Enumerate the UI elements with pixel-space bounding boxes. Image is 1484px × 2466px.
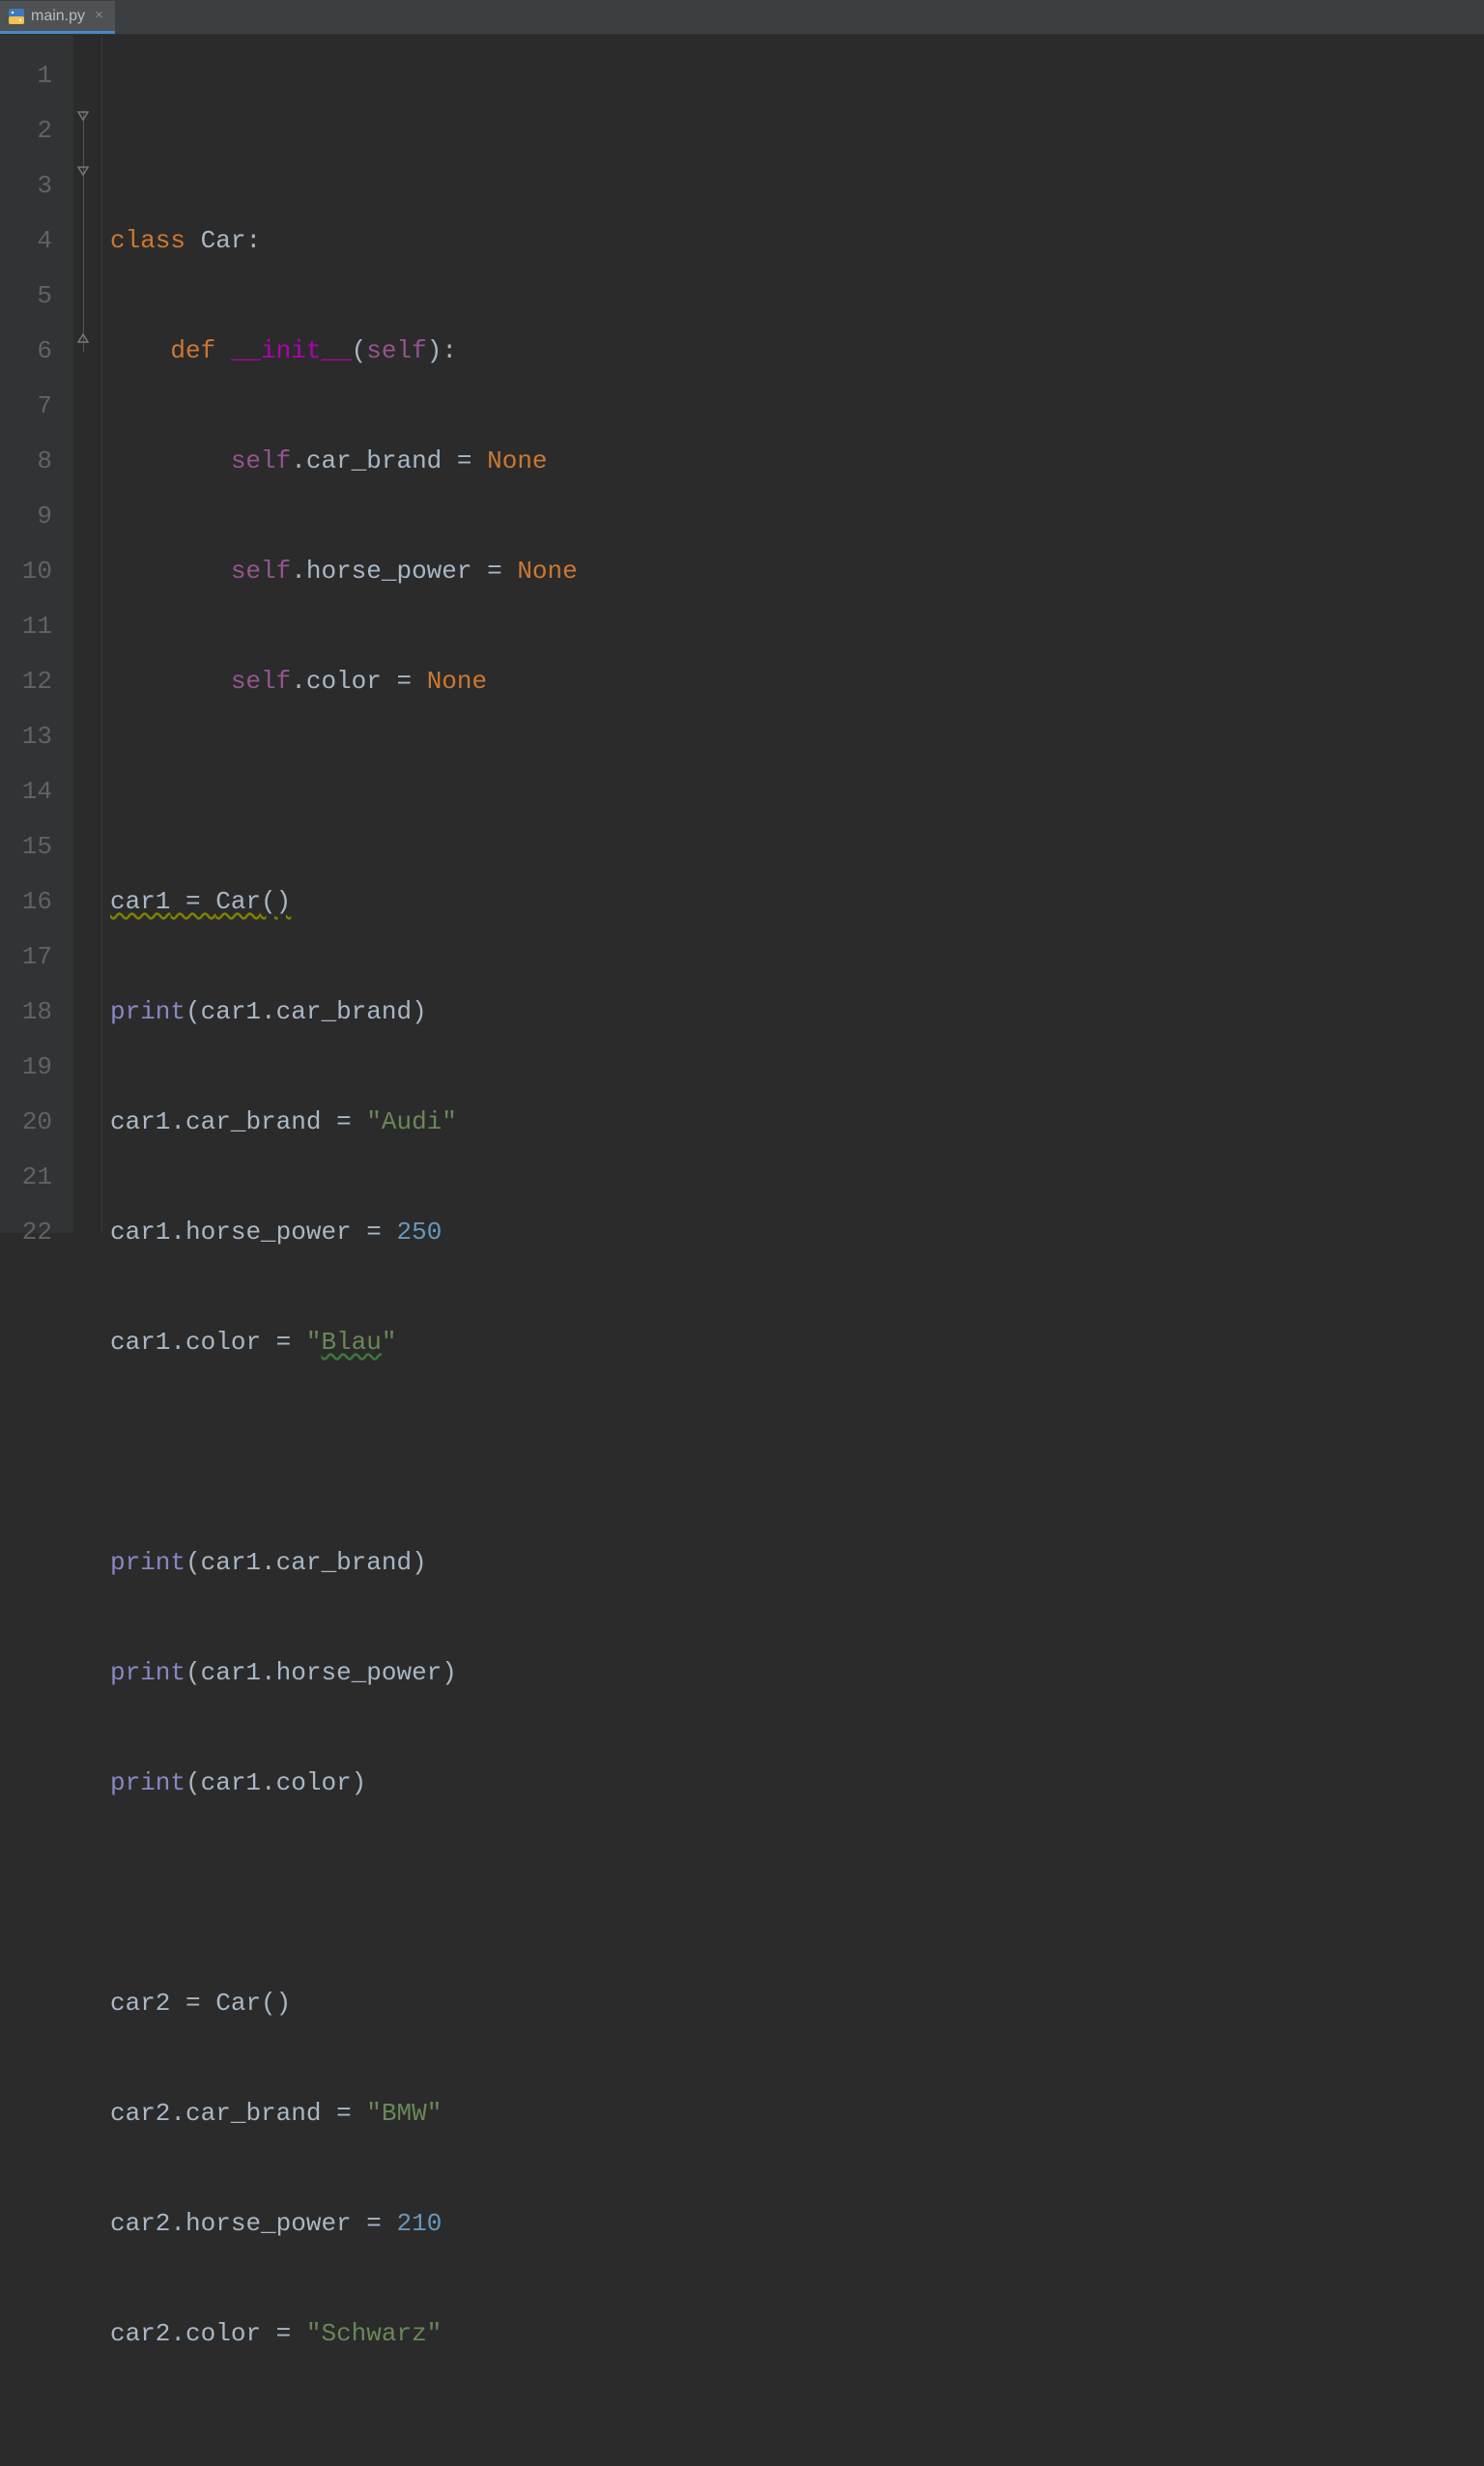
editor: 1 2 3 4 5 6 7 8 9 10 11 12 13 14 15 16 1…	[0, 35, 1484, 1233]
code-line[interactable]	[110, 103, 578, 158]
line-number: 5	[0, 269, 52, 324]
code-line[interactable]: print(car1.car_brand)	[110, 1535, 578, 1591]
code-line[interactable]: print(car1.color)	[110, 1756, 578, 1811]
line-number: 4	[0, 214, 52, 269]
code-line[interactable]: car2 = Car()	[110, 1976, 578, 2031]
fold-marker-icon[interactable]	[76, 165, 90, 179]
line-number: 11	[0, 599, 52, 654]
code-line[interactable]	[110, 2417, 578, 2466]
code-line[interactable]: car2.horse_power = 210	[110, 2196, 578, 2251]
line-number: 18	[0, 985, 52, 1040]
line-number: 21	[0, 1150, 52, 1205]
line-number: 3	[0, 158, 52, 214]
fold-gutter	[73, 35, 102, 1233]
python-file-icon	[8, 8, 25, 25]
line-number: 9	[0, 489, 52, 544]
tab-filename: main.py	[31, 8, 85, 25]
code-line[interactable]: car2.color = "Schwarz"	[110, 2307, 578, 2362]
line-number: 6	[0, 324, 52, 379]
fold-marker-icon[interactable]	[76, 110, 90, 124]
code-editor[interactable]: class Car: def __init__(self): self.car_…	[102, 35, 578, 1233]
code-line[interactable]: car1.car_brand = "Audi"	[110, 1095, 578, 1150]
code-line[interactable]: print(car1.car_brand)	[110, 985, 578, 1040]
line-number: 2	[0, 103, 52, 158]
code-line[interactable]: self.car_brand = None	[110, 434, 578, 489]
line-number: 12	[0, 654, 52, 709]
close-tab-icon[interactable]: ×	[95, 8, 103, 24]
line-number: 14	[0, 764, 52, 819]
code-line[interactable]: car2.car_brand = "BMW"	[110, 2086, 578, 2141]
line-number: 8	[0, 434, 52, 489]
line-number: 16	[0, 875, 52, 930]
line-number: 15	[0, 819, 52, 875]
code-line[interactable]: self.horse_power = None	[110, 544, 578, 599]
code-line[interactable]: def __init__(self):	[110, 324, 578, 379]
code-line[interactable]: self.color = None	[110, 654, 578, 709]
line-number: 10	[0, 544, 52, 599]
line-number: 7	[0, 379, 52, 434]
code-line[interactable]	[110, 1425, 578, 1480]
line-number: 20	[0, 1095, 52, 1150]
code-line[interactable]: car1 = Car()	[110, 875, 578, 930]
code-line[interactable]: car1.color = "Blau"	[110, 1315, 578, 1370]
tab-bar: main.py ×	[0, 0, 1484, 35]
fold-end-icon[interactable]	[76, 330, 90, 344]
line-number: 19	[0, 1040, 52, 1095]
code-line[interactable]	[110, 764, 578, 819]
line-number-gutter: 1 2 3 4 5 6 7 8 9 10 11 12 13 14 15 16 1…	[0, 35, 73, 1233]
line-number: 17	[0, 930, 52, 985]
line-number: 13	[0, 709, 52, 764]
file-tab-main-py[interactable]: main.py ×	[0, 1, 115, 34]
line-number: 1	[0, 48, 52, 103]
code-line[interactable]: class Car:	[110, 214, 578, 269]
code-line[interactable]: print(car1.horse_power)	[110, 1646, 578, 1701]
code-line[interactable]	[110, 1866, 578, 1921]
